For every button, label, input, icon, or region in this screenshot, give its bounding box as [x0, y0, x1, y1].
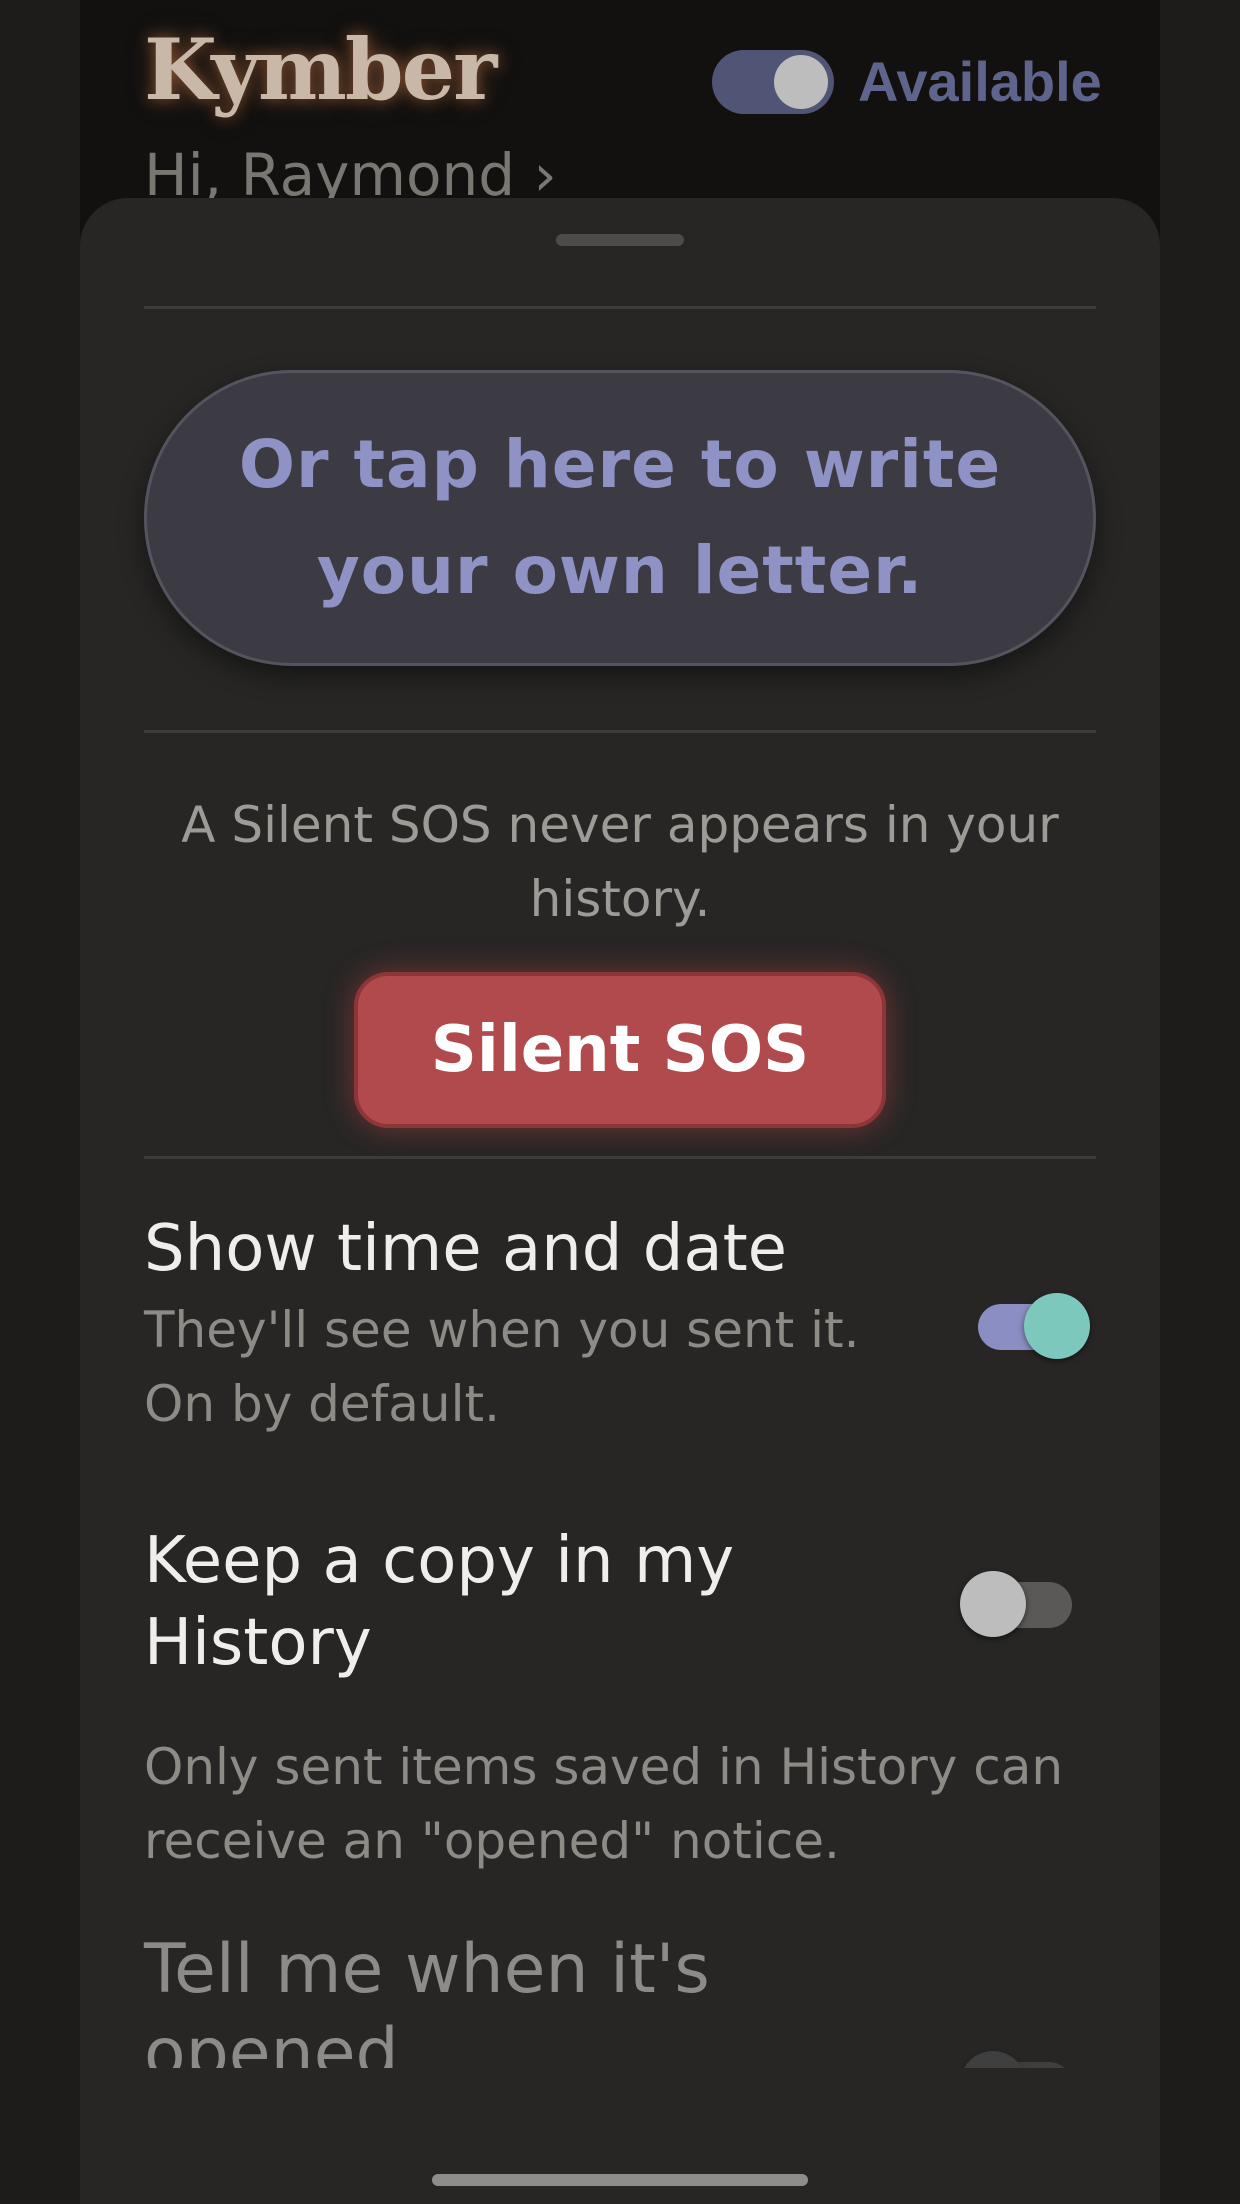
write-own-letter-button[interactable]: Or tap here to write your own letter. [144, 370, 1096, 666]
keep-history-toggle[interactable] [960, 1571, 1072, 1637]
keep-history-title: Keep a copy in my History [144, 1524, 735, 1680]
toggle-knob [960, 1571, 1026, 1637]
divider [144, 1156, 1096, 1159]
show-time-toggle[interactable] [978, 1293, 1090, 1359]
availability-label: Available [858, 50, 1102, 113]
app-screen: Kymber Hi, Raymond › Available Or tap he… [0, 0, 1240, 2204]
keep-history-description: Only sent items saved in History can rec… [144, 1738, 1064, 1870]
bottom-sheet: Or tap here to write your own letter. A … [80, 198, 1160, 2204]
availability-toggle[interactable] [712, 50, 834, 114]
toggle-knob [1024, 1293, 1090, 1359]
sheet-drag-handle[interactable] [556, 234, 684, 246]
silent-sos-label: Silent SOS [430, 1013, 810, 1087]
app-brand: Kymber [144, 20, 497, 119]
show-time-title: Show time and date [144, 1212, 788, 1286]
home-indicator [432, 2174, 808, 2186]
show-time-description: They'll see when you sent it. On by defa… [144, 1301, 860, 1433]
write-own-letter-label: Or tap here to write your own letter. [238, 426, 1002, 609]
divider [144, 306, 1096, 309]
toggle-knob [774, 55, 828, 109]
divider [144, 730, 1096, 733]
silent-sos-button[interactable]: Silent SOS [354, 972, 886, 1128]
sos-note: A Silent SOS never appears in your histo… [181, 796, 1059, 928]
greeting-link[interactable]: Hi, Raymond › [144, 146, 557, 204]
